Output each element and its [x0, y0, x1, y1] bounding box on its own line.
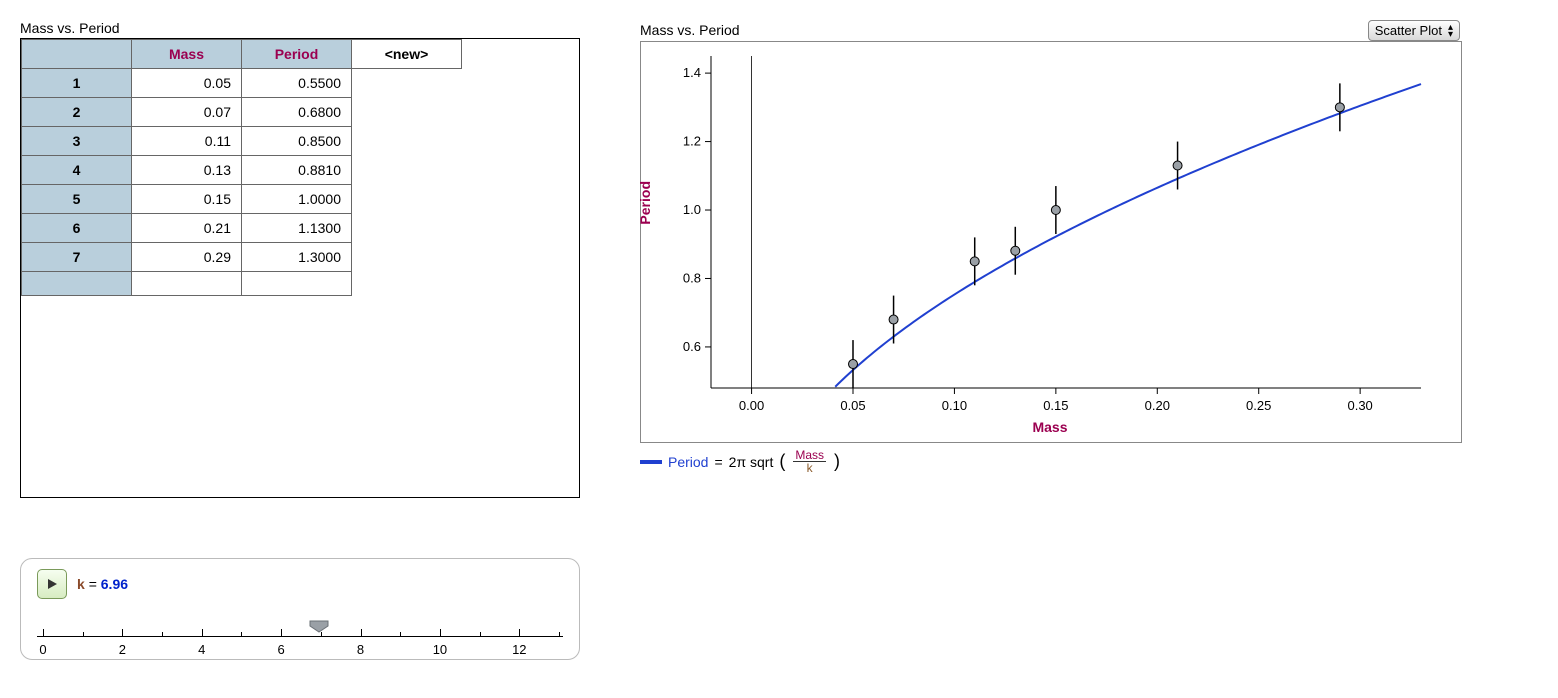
cell-mass[interactable]: 0.05: [132, 69, 242, 98]
cell-period[interactable]: 0.8810: [242, 156, 352, 185]
row-number: 1: [22, 69, 132, 98]
x-tick-label: 0.15: [1043, 398, 1068, 413]
y-axis-label: Period: [637, 181, 653, 225]
slider-tick-label: 4: [198, 642, 205, 657]
cell-period[interactable]: 0.5500: [242, 69, 352, 98]
slider-value-label: k = 6.96: [77, 576, 128, 592]
data-point[interactable]: [1335, 103, 1344, 112]
cell-period[interactable]: 1.3000: [242, 243, 352, 272]
table-row[interactable]: 40.130.8810: [22, 156, 462, 185]
y-tick-label: 0.8: [683, 270, 701, 285]
legend-line-icon: [640, 460, 662, 464]
slider-panel: k = 6.96 024681012: [20, 558, 580, 660]
rownum-header: [22, 40, 132, 69]
x-tick-label: 0.30: [1347, 398, 1372, 413]
row-number: 4: [22, 156, 132, 185]
data-table[interactable]: Mass Period <new> 10.050.550020.070.6800…: [21, 39, 462, 296]
cell-period[interactable]: 0.8500: [242, 127, 352, 156]
cell-mass[interactable]: 0.29: [132, 243, 242, 272]
slider-param-value: 6.96: [101, 576, 128, 592]
data-point[interactable]: [889, 315, 898, 324]
x-tick-label: 0.10: [942, 398, 967, 413]
y-tick-label: 1.4: [683, 65, 701, 80]
x-tick-label: 0.25: [1246, 398, 1271, 413]
data-point[interactable]: [849, 360, 858, 369]
table-row[interactable]: 10.050.5500: [22, 69, 462, 98]
data-point[interactable]: [1173, 161, 1182, 170]
data-point[interactable]: [1051, 206, 1060, 215]
slider-handle[interactable]: [308, 619, 330, 633]
data-point[interactable]: [970, 257, 979, 266]
table-title: Mass vs. Period: [20, 20, 580, 36]
y-tick-label: 0.6: [683, 339, 701, 354]
cell-mass[interactable]: 0.07: [132, 98, 242, 127]
row-number: 3: [22, 127, 132, 156]
slider-tick-label: 12: [512, 642, 526, 657]
plot-type-dropdown[interactable]: Scatter Plot ▴▾: [1368, 20, 1460, 41]
row-number: 6: [22, 214, 132, 243]
fit-curve: [835, 84, 1421, 387]
table-row-empty[interactable]: [22, 272, 462, 296]
col-header-mass[interactable]: Mass: [132, 40, 242, 69]
y-tick-label: 1.0: [683, 202, 701, 217]
row-number: 5: [22, 185, 132, 214]
slider-tick-label: 10: [433, 642, 447, 657]
table-row[interactable]: 70.291.3000: [22, 243, 462, 272]
col-header-period[interactable]: Period: [242, 40, 352, 69]
fit-legend: Period = 2π sqrt ( Mass k ): [640, 449, 1460, 474]
slider-param-name: k: [77, 576, 85, 592]
play-button[interactable]: [37, 569, 67, 599]
play-icon: [46, 578, 58, 590]
table-row[interactable]: 30.110.8500: [22, 127, 462, 156]
scatter-plot: 0.00 0.05 0.10 0.15 0.20 0.25 0.30 0.6 0.8 1.0 1.2…: [641, 42, 1441, 442]
dropdown-arrows-icon: ▴▾: [1448, 24, 1453, 38]
data-point[interactable]: [1011, 246, 1020, 255]
row-number: 7: [22, 243, 132, 272]
slider-tick-label: 6: [278, 642, 285, 657]
y-tick-label: 1.2: [683, 134, 701, 149]
chart-title: Mass vs. Period: [640, 22, 740, 38]
slider-ruler: [37, 636, 563, 637]
cell-mass[interactable]: 0.13: [132, 156, 242, 185]
col-header-new[interactable]: <new>: [352, 40, 462, 69]
slider-tick-label: 0: [39, 642, 46, 657]
data-table-container: Mass Period <new> 10.050.550020.070.6800…: [20, 38, 580, 498]
x-tick-label: 0.05: [840, 398, 865, 413]
cell-period[interactable]: 1.1300: [242, 214, 352, 243]
x-tick-label: 0.20: [1145, 398, 1170, 413]
cell-period[interactable]: 1.0000: [242, 185, 352, 214]
table-row[interactable]: 50.151.0000: [22, 185, 462, 214]
row-number: 2: [22, 98, 132, 127]
cell-mass[interactable]: 0.21: [132, 214, 242, 243]
cell-mass[interactable]: 0.15: [132, 185, 242, 214]
slider-track[interactable]: 024681012: [37, 611, 563, 651]
cell-period[interactable]: 0.6800: [242, 98, 352, 127]
x-tick-label: 0.00: [739, 398, 764, 413]
slider-tick-label: 2: [119, 642, 126, 657]
table-row[interactable]: 20.070.6800: [22, 98, 462, 127]
slider-tick-label: 8: [357, 642, 364, 657]
table-row[interactable]: 60.211.1300: [22, 214, 462, 243]
cell-mass[interactable]: 0.11: [132, 127, 242, 156]
chart-area[interactable]: 0.00 0.05 0.10 0.15 0.20 0.25 0.30 0.6 0.8 1.0 1.2…: [640, 41, 1462, 443]
